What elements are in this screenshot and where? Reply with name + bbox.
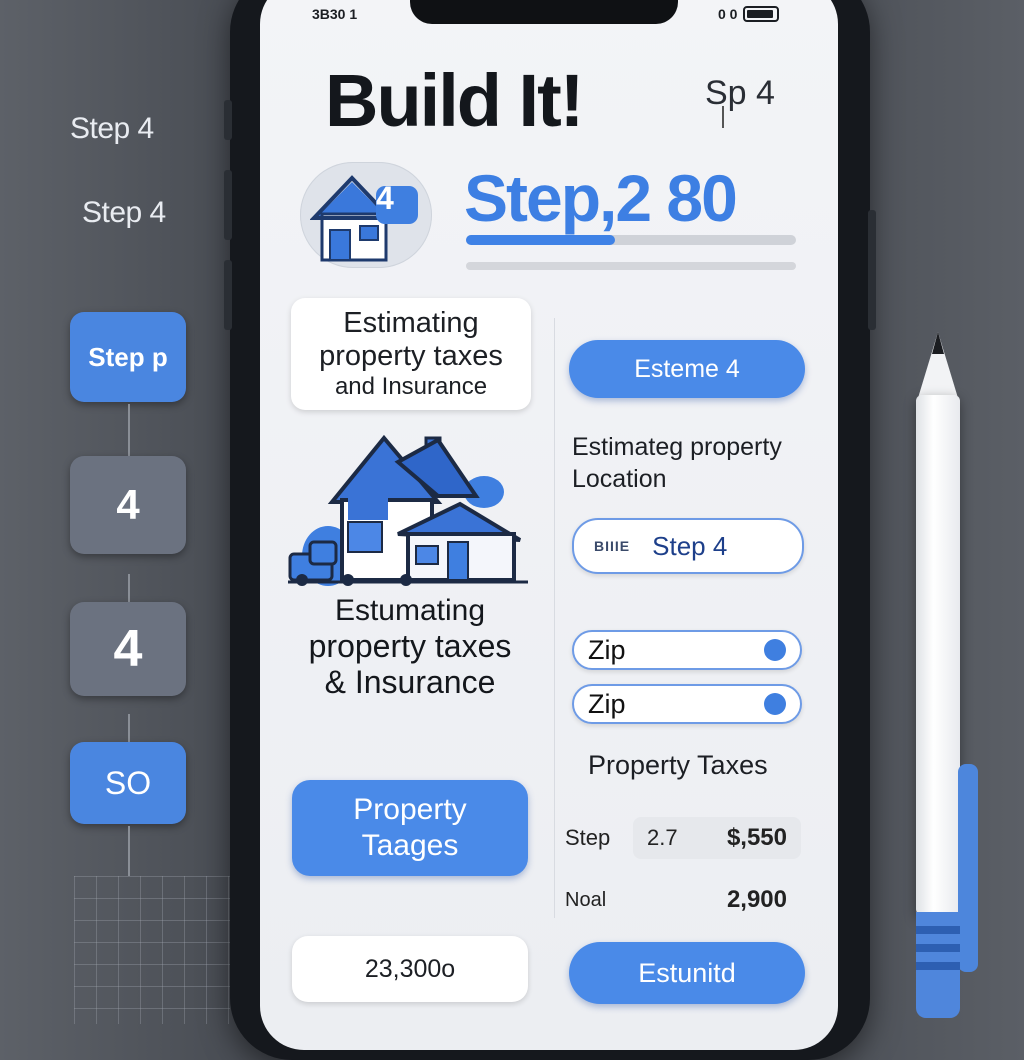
status-right: 0 0	[718, 6, 780, 22]
estimate-button[interactable]: Estunitd	[569, 942, 805, 1004]
rail-tile-4a[interactable]: 4	[70, 456, 186, 554]
table-row: Step 2.7 $,550	[565, 816, 805, 860]
table-row: Noal 2,900	[565, 878, 805, 922]
header-step-small: Sp 4	[705, 74, 775, 112]
background-grid	[74, 876, 230, 1024]
rail-connector	[128, 574, 130, 602]
page-title: Build It!	[325, 59, 584, 142]
rail-tile-4b-label: 4	[113, 620, 143, 678]
property-taxes-button-line1: Property	[353, 793, 467, 826]
property-taxes-button-line2: Taages	[361, 829, 459, 862]
battery-icon	[743, 6, 780, 22]
row-mid-value: 2.7	[647, 825, 678, 850]
house-badge-number: 4	[376, 180, 394, 216]
row-label: Step	[565, 825, 611, 850]
step-field[interactable]: BIIIE Step 4	[572, 518, 804, 574]
row-value: 2,900	[726, 886, 787, 913]
stylus-body	[916, 395, 960, 915]
estimating-card-line1: Estimating	[343, 307, 479, 339]
rail-connector	[128, 826, 130, 876]
phone-side-button	[224, 260, 232, 330]
esteme-button[interactable]: Esteme 4	[569, 340, 805, 398]
house-caption-line3: & Insurance	[324, 664, 496, 700]
zip-input-1[interactable]: Zip	[572, 630, 802, 670]
location-label-line1: Estimateg property	[572, 433, 782, 461]
zip-input-1-label: Zip	[588, 634, 626, 665]
row-label: Noal	[565, 888, 607, 911]
progress-fill	[466, 235, 615, 245]
house-caption-line1: Estumating	[334, 594, 486, 627]
esteme-button-label: Esteme 4	[634, 354, 740, 383]
rail-connector	[128, 714, 130, 742]
rail-step-label-2: Step 4	[82, 196, 166, 229]
zip-input-2-label: Zip	[588, 688, 626, 719]
rail-tile-4a-label: 4	[116, 481, 140, 528]
rail-so-tile-label: SO	[104, 764, 152, 801]
house-caption-line2: property taxes	[308, 628, 512, 664]
stylus-bottom	[916, 912, 960, 1018]
rail-connector	[128, 404, 130, 456]
rail-step-tile-label: Step p	[88, 341, 168, 372]
cursor-indicator	[722, 106, 724, 128]
amount-value: 23,300o	[364, 954, 456, 983]
location-label-line2: Location	[572, 465, 667, 493]
phone-side-button	[224, 170, 232, 240]
radio-dot-icon	[764, 639, 786, 661]
estimating-card-line2: property taxes	[319, 340, 503, 372]
row-value-box: 2.7 $,550	[633, 817, 801, 859]
phone-side-button	[224, 100, 232, 140]
stylus-tip-icon	[918, 332, 958, 398]
house-caption: Estumating property taxes & Insurance	[290, 594, 530, 700]
phone-notch	[410, 0, 678, 24]
house-illustration-icon	[288, 434, 528, 586]
step-heading: Step,2 80	[464, 161, 738, 235]
rail-step-tile[interactable]: Step p	[70, 312, 186, 402]
row-value: $,550	[726, 824, 787, 851]
status-left: 3B30 1	[312, 6, 358, 22]
house-icon	[310, 175, 418, 262]
estimating-card-line3: and Insurance	[334, 373, 488, 400]
rail-so-tile[interactable]: SO	[70, 742, 186, 824]
property-taxes-button[interactable]: Property Taages	[292, 780, 528, 876]
radio-dot-icon	[764, 693, 786, 715]
stylus-clip	[958, 764, 978, 972]
step-field-label: Step 4	[652, 530, 728, 561]
rail-tile-4b[interactable]: 4	[70, 602, 186, 696]
estimating-card: Estimating property taxes and Insurance	[291, 298, 531, 410]
property-taxes-heading: Property Taxes	[588, 750, 768, 780]
progress-track-secondary	[466, 262, 796, 270]
amount-display: 23,300o	[292, 936, 528, 1002]
barcode-icon: BIIIE	[594, 538, 631, 554]
phone-side-button	[868, 210, 876, 330]
column-divider	[554, 318, 555, 918]
status-right-text: 0 0	[718, 6, 738, 22]
estimate-button-label: Estunitd	[638, 957, 736, 988]
zip-input-2[interactable]: Zip	[572, 684, 802, 724]
rail-step-label-1: Step 4	[70, 112, 154, 145]
